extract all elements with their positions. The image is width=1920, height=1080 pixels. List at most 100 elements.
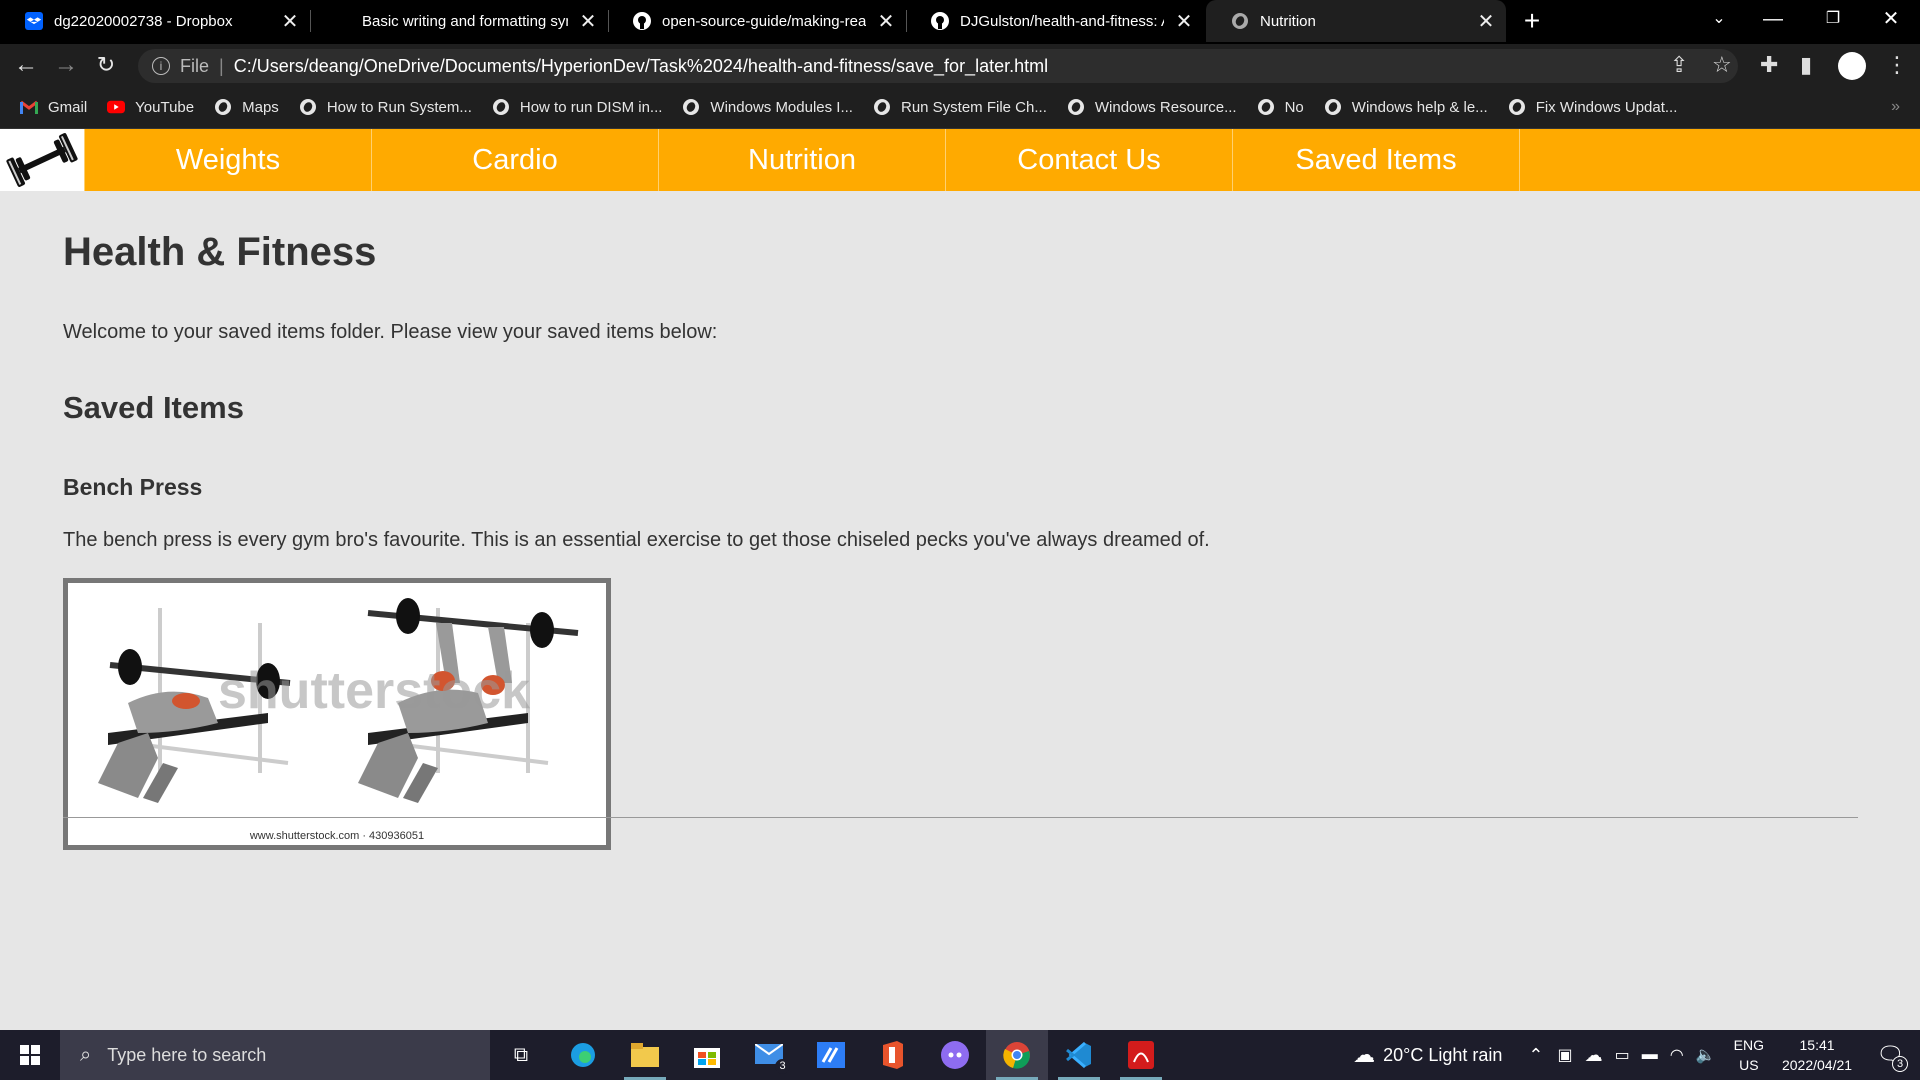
meet-now-icon[interactable]: ▣: [1558, 1045, 1573, 1065]
nav-cardio[interactable]: Cardio: [372, 129, 659, 191]
share-icon[interactable]: ⇪: [1670, 52, 1688, 78]
bookmark-windows-help[interactable]: Windows help & le...: [1324, 98, 1488, 116]
tab-open-source-guide[interactable]: open-source-guide/making-read ✕: [608, 0, 906, 42]
dumbbell-logo-icon[interactable]: [0, 129, 85, 191]
language-indicator[interactable]: ENG US: [1734, 1035, 1764, 1075]
bookmark-label: How to Run System...: [326, 98, 472, 116]
url-text[interactable]: C:/Users/deang/OneDrive/Documents/Hyperi…: [234, 56, 1048, 77]
restore-button[interactable]: ❐: [1806, 0, 1860, 40]
tab-title: Basic writing and formatting synt: [362, 12, 568, 30]
nav-contact-us[interactable]: Contact Us: [946, 129, 1233, 191]
close-window-button[interactable]: ✕: [1864, 0, 1918, 40]
display-icon[interactable]: ▭: [1615, 1045, 1630, 1065]
nav-weights[interactable]: Weights: [85, 129, 372, 191]
globe-icon: [682, 98, 700, 116]
browser-toolbar: ← → ↻ i File | C:/Users/deang/OneDrive/D…: [0, 44, 1920, 86]
main-content: Health & Fitness Welcome to your saved i…: [63, 191, 1858, 850]
bookmark-no[interactable]: No: [1257, 98, 1304, 116]
dropbox-icon: [24, 11, 44, 31]
forward-button[interactable]: →: [50, 50, 82, 82]
office-icon[interactable]: [862, 1030, 924, 1080]
bookmark-run-system[interactable]: How to Run System...: [299, 98, 472, 116]
globe-icon: [1508, 98, 1526, 116]
region-code: US: [1739, 1057, 1759, 1073]
bookmark-label: Windows help & le...: [1351, 98, 1488, 116]
image-credit: www.shutterstock.com · 430936051: [249, 830, 425, 842]
tab-writing-syntax[interactable]: Basic writing and formatting synt ✕: [310, 0, 608, 42]
bookmarks-bar: Gmail YouTube Maps How to Run System... …: [0, 86, 1920, 129]
visual-studio-icon[interactable]: [800, 1030, 862, 1080]
github-icon: [930, 11, 950, 31]
bookmarks-overflow-icon[interactable]: »: [1891, 98, 1900, 116]
close-icon[interactable]: ✕: [866, 9, 906, 34]
chevron-up-icon[interactable]: ⌃: [1528, 1045, 1543, 1066]
minimize-button[interactable]: —: [1746, 0, 1800, 40]
reload-button[interactable]: ↻: [90, 50, 122, 82]
address-bar[interactable]: i File | C:/Users/deang/OneDrive/Documen…: [138, 49, 1738, 83]
tab-health-fitness-repo[interactable]: DJGulston/health-and-fitness: A ✕: [906, 0, 1204, 42]
nav-saved-items[interactable]: Saved Items: [1233, 129, 1520, 191]
taskbar: ⌕ Type here to search ⧉ 3 ☁ 20°C Light r…: [0, 1030, 1920, 1080]
nav-nutrition[interactable]: Nutrition: [659, 129, 946, 191]
file-explorer-icon[interactable]: [614, 1030, 676, 1080]
microsoft-store-icon[interactable]: [676, 1030, 738, 1080]
volume-icon[interactable]: 🔈: [1696, 1045, 1716, 1065]
mail-icon[interactable]: 3: [738, 1030, 800, 1080]
taskbar-search-input[interactable]: ⌕ Type here to search: [60, 1030, 490, 1080]
site-navbar: Weights Cardio Nutrition Contact Us Save…: [0, 129, 1920, 191]
battery-icon[interactable]: ▬: [1642, 1046, 1658, 1064]
globe-icon: [1067, 98, 1085, 116]
bookmark-gmail[interactable]: Gmail: [20, 98, 87, 116]
notifications-icon[interactable]: 🗨 3: [1876, 1042, 1908, 1072]
search-placeholder: Type here to search: [107, 1044, 267, 1065]
chrome-icon[interactable]: [986, 1030, 1048, 1080]
bookmark-windows-modules[interactable]: Windows Modules I...: [682, 98, 853, 116]
tab-title: dg22020002738 - Dropbox: [54, 12, 233, 30]
language-code: ENG: [1733, 1037, 1764, 1053]
bookmark-windows-resource[interactable]: Windows Resource...: [1067, 98, 1237, 116]
weather-text[interactable]: 20°C Light rain: [1383, 1045, 1502, 1066]
acrobat-icon[interactable]: [1110, 1030, 1172, 1080]
clock-date: 2022/04/21: [1781, 1057, 1853, 1073]
task-view-icon[interactable]: ⧉: [490, 1030, 552, 1080]
search-icon: ⌕: [80, 1043, 92, 1066]
wifi-icon[interactable]: ◠: [1670, 1045, 1684, 1065]
horizontal-rule: [63, 817, 1858, 818]
globe-icon: [1324, 98, 1342, 116]
side-panel-icon[interactable]: ▮: [1800, 52, 1812, 78]
vscode-icon[interactable]: [1048, 1030, 1110, 1080]
bookmark-maps[interactable]: Maps: [214, 98, 279, 116]
close-icon[interactable]: ✕: [270, 9, 310, 34]
gmail-icon: [20, 98, 38, 116]
menu-icon[interactable]: ⋮: [1886, 52, 1908, 78]
new-tab-button[interactable]: +: [1516, 6, 1548, 38]
bookmark-dism[interactable]: How to run DISM in...: [492, 98, 662, 116]
onedrive-icon[interactable]: ☁: [1585, 1045, 1603, 1066]
bench-press-image: shutterstock www.shutterstock.com · 4309…: [63, 578, 611, 850]
tab-dropbox[interactable]: dg22020002738 - Dropbox ✕: [0, 0, 310, 42]
bookmark-youtube[interactable]: YouTube: [107, 98, 194, 116]
weather-icon[interactable]: ☁: [1353, 1042, 1375, 1068]
system-tray: ☁ 20°C Light rain ⌃ ▣ ☁ ▭ ▬ ◠ 🔈 ENG US 1…: [1353, 1030, 1920, 1080]
close-icon[interactable]: ✕: [1466, 9, 1506, 34]
clock-time: 15:41: [1799, 1037, 1835, 1053]
discord-icon[interactable]: [924, 1030, 986, 1080]
edge-icon[interactable]: [552, 1030, 614, 1080]
extensions-icon[interactable]: ✚: [1760, 52, 1778, 78]
close-icon[interactable]: ✕: [1164, 9, 1204, 34]
back-button[interactable]: ←: [10, 50, 42, 82]
tab-nutrition[interactable]: Nutrition ✕: [1206, 0, 1506, 42]
github-icon: [632, 11, 652, 31]
clock[interactable]: 15:41 2022/04/21: [1782, 1035, 1852, 1075]
tab-search-icon[interactable]: ⌄: [1692, 0, 1746, 40]
close-icon[interactable]: ✕: [568, 9, 608, 34]
bookmark-system-file-checker[interactable]: Run System File Ch...: [873, 98, 1047, 116]
bookmark-star-icon[interactable]: ☆: [1712, 52, 1732, 78]
bookmark-label: YouTube: [135, 98, 195, 116]
web-page: Weights Cardio Nutrition Contact Us Save…: [0, 129, 1920, 1030]
bookmark-fix-windows-update[interactable]: Fix Windows Updat...: [1508, 98, 1677, 116]
info-icon[interactable]: i: [152, 57, 170, 75]
windows-start-icon[interactable]: [0, 1030, 60, 1080]
profile-avatar[interactable]: [1838, 52, 1866, 80]
globe-icon: [1257, 98, 1275, 116]
